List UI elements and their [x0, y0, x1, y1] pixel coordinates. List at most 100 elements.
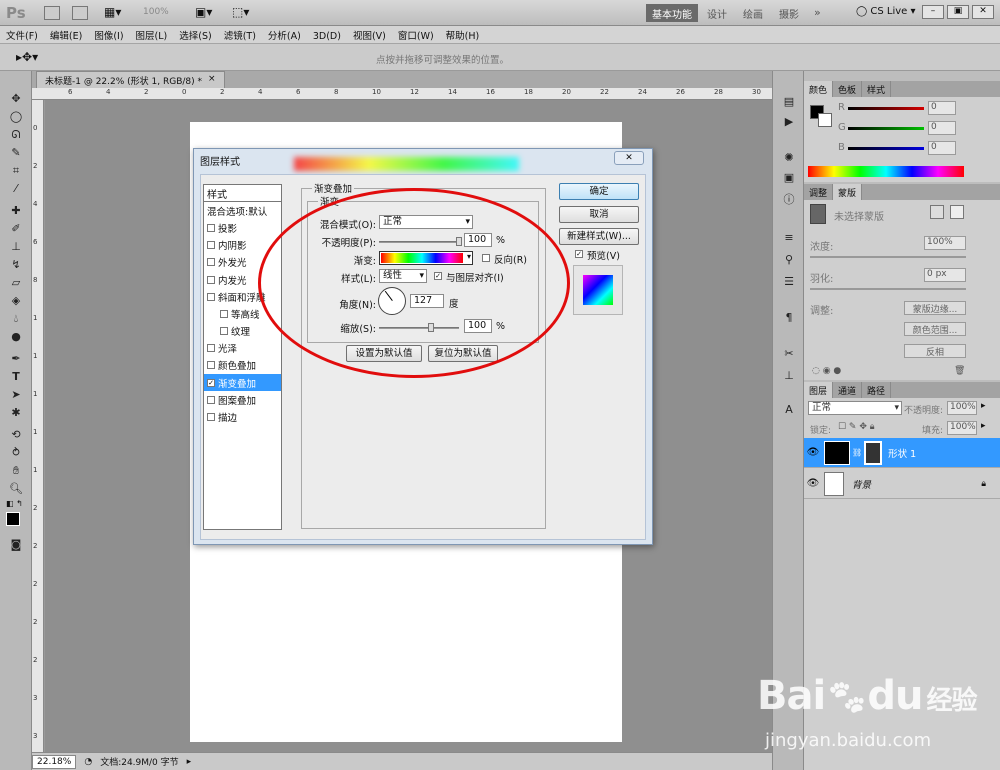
- style-item-checkbox[interactable]: [207, 223, 215, 232]
- mask-panel-footer-icons[interactable]: ◌ ◉ ●: [812, 366, 841, 376]
- shape-tool-icon[interactable]: ✱: [6, 405, 26, 421]
- layer-row-background[interactable]: 👁︎ 背景 🔒︎: [804, 469, 1000, 499]
- menu-filter[interactable]: 滤镜(T): [218, 26, 262, 42]
- close-app-button[interactable]: ✕: [972, 5, 994, 19]
- channel-r-slider[interactable]: [848, 107, 924, 110]
- eraser-tool-icon[interactable]: ▱: [6, 275, 26, 291]
- character-panel-icon[interactable]: A: [780, 403, 798, 418]
- feather-value[interactable]: 0 px: [924, 268, 966, 282]
- bridge-icon[interactable]: [44, 6, 60, 20]
- vector-mask-icon[interactable]: [950, 205, 964, 219]
- brush-presets-icon[interactable]: ≡: [780, 231, 798, 246]
- marquee-tool-icon[interactable]: ◯: [6, 109, 26, 125]
- status-menu-arrow-icon[interactable]: ▸: [187, 757, 192, 767]
- history-panel-icon[interactable]: ▤: [780, 95, 798, 110]
- mini-bridge-icon[interactable]: [72, 6, 88, 20]
- channel-g-slider[interactable]: [848, 127, 924, 130]
- workspace-design-button[interactable]: 设计: [700, 4, 734, 22]
- screen-mode-icon[interactable]: ⬚▾: [232, 5, 249, 19]
- path-select-tool-icon[interactable]: ➤: [6, 387, 26, 403]
- menu-view[interactable]: 视图(V): [347, 26, 392, 42]
- tab-adjustments[interactable]: 调整: [804, 184, 834, 200]
- view-extras-icon[interactable]: ▦▾: [104, 5, 121, 19]
- cs-live-button[interactable]: ◯ CS Live ▾: [856, 6, 916, 17]
- dodge-tool-icon[interactable]: ●: [6, 329, 26, 345]
- style-item[interactable]: 光泽: [204, 340, 281, 357]
- color-spectrum-bar[interactable]: [808, 166, 964, 177]
- channel-b-value[interactable]: 0: [928, 141, 956, 155]
- blur-tool-icon[interactable]: 💧︎: [6, 311, 26, 327]
- density-value[interactable]: 100%: [924, 236, 966, 250]
- zoom-level-display[interactable]: 100%: [143, 7, 169, 17]
- ok-button[interactable]: 确定: [559, 183, 639, 200]
- style-item[interactable]: 图案叠加: [204, 391, 281, 408]
- tab-swatches[interactable]: 色板: [833, 81, 863, 97]
- menu-image[interactable]: 图像(I): [88, 26, 129, 42]
- brush-tool-icon[interactable]: ✐: [6, 221, 26, 237]
- style-item[interactable]: 纹理: [204, 323, 281, 340]
- 3d-orbit-tool-icon[interactable]: ⥁: [6, 445, 26, 461]
- channel-r-value[interactable]: 0: [928, 101, 956, 115]
- crop-tool-icon[interactable]: ⌗: [6, 163, 26, 179]
- zoom-tool-icon[interactable]: 🔍︎: [6, 481, 26, 497]
- actions-panel-icon[interactable]: ▶: [780, 115, 798, 130]
- style-item-checkbox[interactable]: [220, 309, 228, 318]
- arrange-documents-icon[interactable]: ▣▾: [195, 5, 212, 19]
- style-item-checkbox[interactable]: [207, 275, 215, 284]
- lasso-tool-icon[interactable]: ᘏ: [6, 127, 26, 143]
- style-item-checkbox[interactable]: [220, 327, 228, 336]
- style-item-checkbox[interactable]: [207, 344, 215, 353]
- style-item[interactable]: 描边: [204, 408, 281, 425]
- spot-healing-tool-icon[interactable]: ✚: [6, 203, 26, 219]
- new-style-button[interactable]: 新建样式(W)...: [559, 228, 639, 245]
- menu-window[interactable]: 窗口(W): [392, 26, 440, 42]
- layer-opacity-value[interactable]: 100%: [947, 401, 977, 415]
- layer-link-icon[interactable]: ⛓: [852, 448, 862, 457]
- mask-edge-button[interactable]: 蒙版边缘...: [904, 301, 966, 315]
- more-workspaces-button[interactable]: »: [808, 4, 827, 22]
- tab-masks[interactable]: 蒙版: [833, 184, 863, 200]
- move-tool-preset-icon[interactable]: ▸✥▾: [16, 50, 38, 64]
- color-range-button[interactable]: 颜色范围...: [904, 322, 966, 336]
- info-panel-icon[interactable]: ⓘ: [780, 191, 798, 206]
- menu-help[interactable]: 帮助(H): [440, 26, 486, 42]
- style-item[interactable]: 混合选项:默认: [204, 202, 281, 219]
- menu-select[interactable]: 选择(S): [173, 26, 217, 42]
- menu-edit[interactable]: 编辑(E): [44, 26, 88, 42]
- workspace-painting-button[interactable]: 绘画: [736, 4, 770, 22]
- document-tab-close-icon[interactable]: ×: [208, 74, 216, 86]
- cancel-button[interactable]: 取消: [559, 206, 639, 223]
- status-info-icon[interactable]: ◔: [84, 757, 92, 767]
- feather-slider[interactable]: [810, 288, 966, 290]
- fill-arrow-icon[interactable]: ▸: [981, 421, 986, 431]
- menu-3d[interactable]: 3D(D): [307, 29, 347, 42]
- type-tool-icon[interactable]: T: [6, 369, 26, 385]
- style-item-checkbox[interactable]: ✓: [207, 378, 215, 387]
- invert-button[interactable]: 反相: [904, 344, 966, 358]
- dialog-close-button[interactable]: ✕: [614, 151, 644, 165]
- quick-mask-icon[interactable]: ◙: [6, 537, 26, 553]
- navigator-panel-icon[interactable]: ▣: [780, 171, 798, 186]
- layer-vector-mask-thumbnail[interactable]: [864, 440, 883, 465]
- style-item[interactable]: 样式: [204, 185, 281, 203]
- menu-analysis[interactable]: 分析(A): [262, 26, 307, 42]
- style-item[interactable]: ✓ 渐变叠加: [204, 374, 281, 392]
- density-slider[interactable]: [810, 256, 966, 258]
- style-item-checkbox[interactable]: [207, 292, 215, 301]
- fill-value[interactable]: 100%: [947, 421, 977, 435]
- tab-styles[interactable]: 样式: [862, 81, 892, 97]
- foreground-color-swatch[interactable]: [6, 512, 20, 526]
- document-tab[interactable]: 未标题-1 @ 22.2% (形状 1, RGB/8) * ×: [36, 71, 225, 88]
- hand-tool-icon[interactable]: ✋︎: [6, 463, 26, 479]
- menu-file[interactable]: 文件(F): [0, 26, 44, 42]
- tab-paths[interactable]: 路径: [862, 382, 892, 398]
- 3d-rotate-tool-icon[interactable]: ⟲: [6, 427, 26, 443]
- preview-checkbox[interactable]: ✓: [575, 250, 583, 258]
- eyedropper-tool-icon[interactable]: ⁄: [6, 181, 26, 197]
- 3d-panel-icon[interactable]: ✺: [780, 151, 798, 166]
- style-item-checkbox[interactable]: [207, 258, 215, 267]
- lock-icons[interactable]: ☐ ✎ ✥ 🔒︎: [838, 422, 875, 432]
- channel-b-slider[interactable]: [848, 147, 924, 150]
- restore-button[interactable]: ▣: [947, 5, 969, 19]
- style-item-checkbox[interactable]: [207, 395, 215, 404]
